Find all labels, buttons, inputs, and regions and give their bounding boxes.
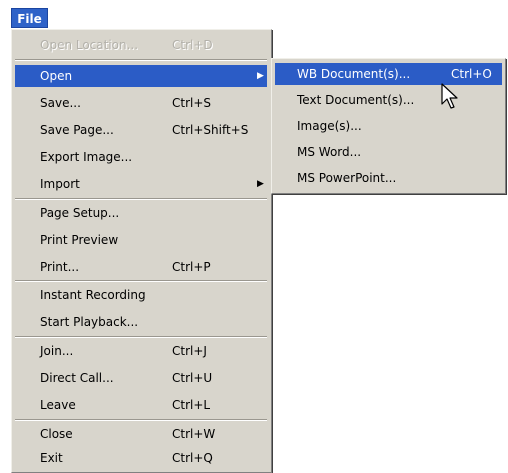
menu-item-shortcut: Ctrl+Q (172, 451, 213, 465)
menu-item-exit[interactable]: Exit Ctrl+Q (15, 447, 267, 469)
menu-item-label: Save... (40, 96, 81, 110)
menu-item-label: Leave (40, 398, 76, 412)
open-submenu: WB Document(s)... Ctrl+O Text Document(s… (271, 58, 506, 194)
submenu-item-label: Image(s)... (297, 119, 362, 133)
menu-item-open[interactable]: Open ▶ (15, 65, 267, 87)
menu-item-label: Join... (40, 344, 74, 358)
submenu-item-ms-word[interactable]: MS Word... (275, 141, 502, 163)
menu-item-open-location: Open Location... Ctrl+D (15, 34, 267, 56)
menu-item-join[interactable]: Join... Ctrl+J (15, 340, 267, 362)
menu-item-label: Direct Call... (40, 371, 114, 385)
submenu-arrow-icon: ▶ (257, 71, 264, 81)
menu-separator (15, 419, 267, 421)
submenu-item-label: WB Document(s)... (297, 67, 411, 81)
menu-item-start-playback[interactable]: Start Playback... (15, 311, 267, 333)
mouse-pointer-icon (441, 83, 458, 109)
menu-item-label: Open (40, 69, 73, 83)
menu-item-leave[interactable]: Leave Ctrl+L (15, 394, 267, 416)
file-menu: Open Location... Ctrl+D Open ▶ Save... C… (11, 29, 272, 473)
menu-item-shortcut: Ctrl+U (172, 371, 213, 385)
menu-item-label: Instant Recording (40, 288, 146, 302)
submenu-item-images[interactable]: Image(s)... (275, 115, 502, 137)
submenu-item-label: MS Word... (297, 145, 362, 159)
menu-item-shortcut: Ctrl+D (172, 38, 213, 52)
menu-item-print[interactable]: Print... Ctrl+P (15, 256, 267, 278)
submenu-item-shortcut: Ctrl+O (451, 67, 492, 81)
menu-item-label: Export Image... (40, 150, 133, 164)
menu-item-shortcut: Ctrl+J (172, 344, 207, 358)
menu-item-label: Print... (40, 260, 80, 274)
menu-item-direct-call[interactable]: Direct Call... Ctrl+U (15, 367, 267, 389)
menu-item-shortcut: Ctrl+P (172, 260, 211, 274)
submenu-arrow-icon: ▶ (257, 179, 264, 189)
menu-item-label: Page Setup... (40, 206, 120, 220)
menu-bar: File (0, 0, 508, 30)
menu-item-label: Print Preview (40, 233, 119, 247)
menu-item-label: Save Page... (40, 123, 114, 137)
file-menu-tab[interactable]: File (11, 8, 48, 28)
menu-item-label: Open Location... (40, 38, 139, 52)
submenu-item-ms-powerpoint[interactable]: MS PowerPoint... (275, 167, 502, 189)
menu-separator (15, 280, 267, 282)
menu-item-shortcut: Ctrl+W (172, 427, 216, 441)
submenu-item-label: Text Document(s)... (297, 93, 415, 107)
menu-item-import[interactable]: Import ▶ (15, 173, 267, 195)
menu-item-page-setup[interactable]: Page Setup... (15, 202, 267, 224)
menu-item-label: Import (40, 177, 80, 191)
submenu-item-text-documents[interactable]: Text Document(s)... (275, 89, 502, 111)
menu-item-label: Exit (40, 451, 63, 465)
menu-item-label: Close (40, 427, 73, 441)
menu-item-shortcut: Ctrl+L (172, 398, 211, 412)
menu-separator (15, 198, 267, 200)
menu-item-shortcut: Ctrl+Shift+S (172, 123, 249, 137)
menu-item-save[interactable]: Save... Ctrl+S (15, 92, 267, 114)
menu-separator (15, 59, 267, 61)
menu-item-shortcut: Ctrl+S (172, 96, 212, 110)
menu-item-close[interactable]: Close Ctrl+W (15, 423, 267, 445)
menu-item-instant-recording[interactable]: Instant Recording (15, 284, 267, 306)
submenu-item-wb-documents[interactable]: WB Document(s)... Ctrl+O (275, 63, 502, 85)
menu-item-save-page[interactable]: Save Page... Ctrl+Shift+S (15, 119, 267, 141)
menu-item-export-image[interactable]: Export Image... (15, 146, 267, 168)
menu-separator (15, 336, 267, 338)
submenu-item-label: MS PowerPoint... (297, 171, 397, 185)
menu-item-label: Start Playback... (40, 315, 139, 329)
menu-item-print-preview[interactable]: Print Preview (15, 229, 267, 251)
